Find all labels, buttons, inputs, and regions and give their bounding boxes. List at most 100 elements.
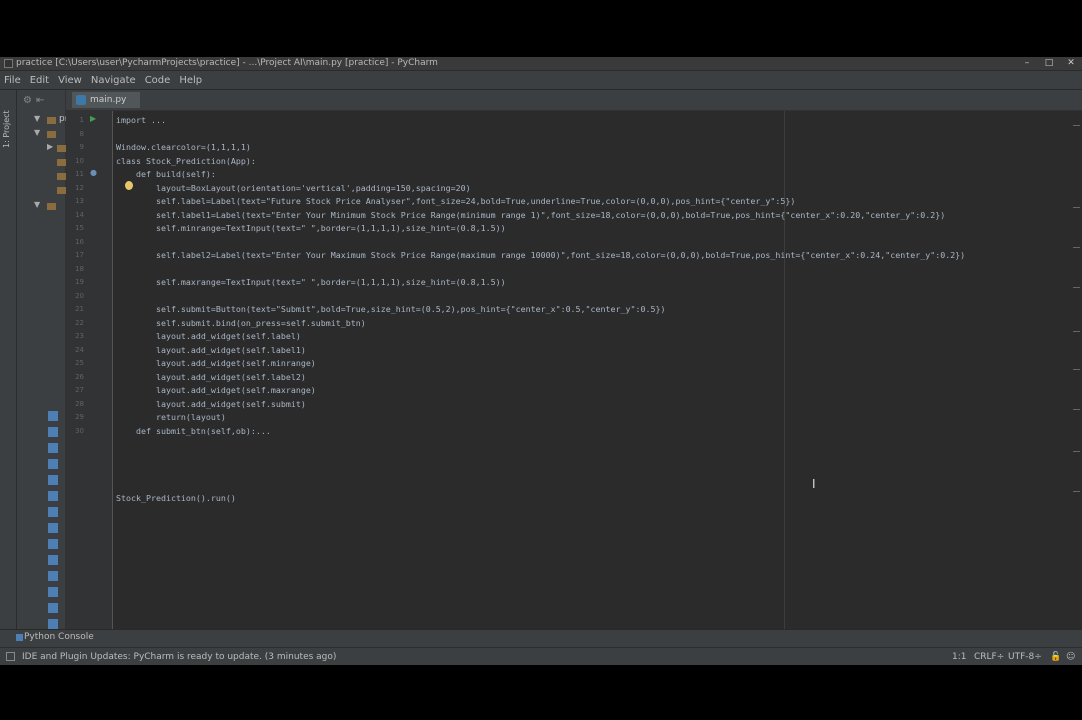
code-line[interactable]: import ... [116,114,166,127]
line-number: 27 [75,386,84,394]
pycharm-window: practice [C:\Users\user\PycharmProjects\… [0,57,1082,665]
tree-file[interactable] [17,554,65,568]
code-line[interactable]: self.minrange=TextInput(text=" ",border=… [116,222,506,235]
tree-node[interactable] [17,170,66,184]
inspector-icon[interactable]: ☺ [1066,652,1075,662]
menu-navigate[interactable]: Navigate [91,75,136,86]
tree-file[interactable] [17,490,65,504]
code-line[interactable]: layout.add_widget(self.maxrange) [116,384,316,397]
code-line[interactable]: class Stock_Prediction(App): [116,155,256,168]
tree-node[interactable] [17,156,66,170]
line-separator[interactable]: CRLF÷ [974,652,1004,662]
tab-main-py[interactable]: main.py [72,92,141,108]
code-line[interactable]: layout.add_widget(self.minrange) [116,357,316,370]
expand-arrow-icon[interactable]: ▼ [34,128,40,137]
code-line[interactable]: Stock_Prediction().run() [116,492,236,505]
error-stripe[interactable] [1073,369,1080,370]
line-number: 30 [75,426,84,435]
tree-file[interactable] [17,506,65,520]
code-editor[interactable]: import ... Window.clearcolor=(1,1,1,1) cla… [116,111,1076,638]
file-icon [48,459,58,469]
code-line[interactable]: self.submit=Button(text="Submit",bold=Tr… [116,303,666,316]
tree-file[interactable] [17,570,65,584]
menu-code[interactable]: Code [145,75,171,86]
caret-position[interactable]: 1:1 [952,652,966,662]
line-number: 20 [75,291,84,300]
line-gutter: ▶ ● 1 8 9 10 11 12 13 14 15 16 17 18 19 20 21 22 23 24 25 2… [66,111,113,638]
python-console-tab[interactable]: Python Console [24,632,94,642]
error-stripe[interactable] [1073,287,1080,288]
code-line[interactable]: self.submit.bind(on_press=self.submit_bt… [116,317,366,330]
error-stripe[interactable] [1073,491,1080,492]
error-stripe[interactable] [1073,451,1080,452]
lock-icon[interactable]: 🔓 [1050,652,1061,662]
code-line[interactable]: self.label=Label(text="Future Stock Pric… [116,195,795,208]
project-tool-button[interactable]: 1: Project [2,100,14,148]
expand-arrow-icon[interactable]: ▼ [34,200,40,209]
expand-arrow-icon[interactable]: ▼ [34,114,40,123]
error-stripe[interactable] [1073,247,1080,248]
minimize-button[interactable]: – [1016,57,1038,70]
editor-area: main.py ▶ ● 1 8 9 10 11 12 13 14 15 16 17 18 19 20 21 2… [66,90,1082,638]
code-line[interactable]: def submit_btn(self,ob):... [116,425,271,438]
close-button[interactable]: ✕ [1060,57,1082,70]
code-line[interactable]: layout.add_widget(self.submit) [116,398,306,411]
error-stripe[interactable] [1073,207,1080,208]
tree-file[interactable] [17,426,65,440]
tree-node[interactable]: ▶ [17,142,66,156]
editor-scrollbar[interactable] [1072,111,1082,638]
tree-node[interactable]: ▼ [17,200,65,214]
error-stripe[interactable] [1073,125,1080,126]
tree-file[interactable] [17,442,65,456]
menu-file[interactable]: File [4,75,21,86]
line-number: 15 [75,224,84,232]
tree-node[interactable]: ▼ [17,128,65,142]
collapse-icon[interactable]: ⇤ [36,95,44,106]
line-number: 10 [75,156,84,165]
file-encoding[interactable]: UTF-8÷ [1008,652,1042,662]
code-line[interactable]: Window.clearcolor=(1,1,1,1) [116,141,251,154]
status-bar: IDE and Plugin Updates: PyCharm is ready… [0,647,1082,665]
tree-node[interactable] [17,184,66,198]
tree-file[interactable] [17,538,65,552]
tool-window-strip: 1: Project [0,90,17,638]
menu-bar: File Edit View Navigate Code Help [0,71,1082,89]
code-line[interactable]: layout.add_widget(self.label) [116,330,301,343]
tool-windows-toggle-icon[interactable] [6,652,15,661]
code-line[interactable]: layout.add_widget(self.label1) [116,344,306,357]
code-line[interactable]: layout=BoxLayout(orientation='vertical',… [116,182,471,195]
code-line[interactable]: def build(self): [116,168,216,181]
tree-file[interactable] [17,474,65,488]
tree-file[interactable] [17,602,65,616]
code-line[interactable]: self.maxrange=TextInput(text=" ",border=… [116,276,506,289]
folder-icon [47,131,56,138]
run-icon[interactable]: ▶ [90,114,96,123]
status-message[interactable]: IDE and Plugin Updates: PyCharm is ready… [22,652,336,662]
settings-gear-icon[interactable]: ⚙ [23,95,32,106]
code-line[interactable]: self.label2=Label(text="Enter Your Maxim… [116,249,965,262]
menu-view[interactable]: View [58,75,82,86]
error-stripe[interactable] [1073,331,1080,332]
line-number: 11 [75,170,84,178]
window-controls: – □ ✕ [1016,57,1082,70]
text-cursor-icon: I [812,477,816,491]
error-stripe[interactable] [1073,409,1080,410]
tree-file[interactable] [17,522,65,536]
collapsed-arrow-icon[interactable]: ▶ [47,142,53,151]
file-icon [48,619,58,629]
code-line[interactable]: self.label1=Label(text="Enter Your Minim… [116,209,945,222]
code-line[interactable]: return(layout) [116,411,226,424]
menu-help[interactable]: Help [179,75,202,86]
maximize-button[interactable]: □ [1038,57,1060,70]
line-number: 29 [75,413,84,421]
menu-edit[interactable]: Edit [30,75,49,86]
code-line[interactable]: layout.add_widget(self.label2) [116,371,306,384]
tree-root[interactable]: ▼ prac [17,114,79,128]
tree-file[interactable] [17,458,65,472]
tree-file[interactable] [17,410,65,424]
tree-file[interactable] [17,586,65,600]
folder-icon [47,203,56,210]
override-icon[interactable]: ● [90,168,97,177]
project-panel: ⚙ ⇤ ▼ prac ▼ ▶ ▼ [17,90,79,638]
line-number: 23 [75,332,84,340]
